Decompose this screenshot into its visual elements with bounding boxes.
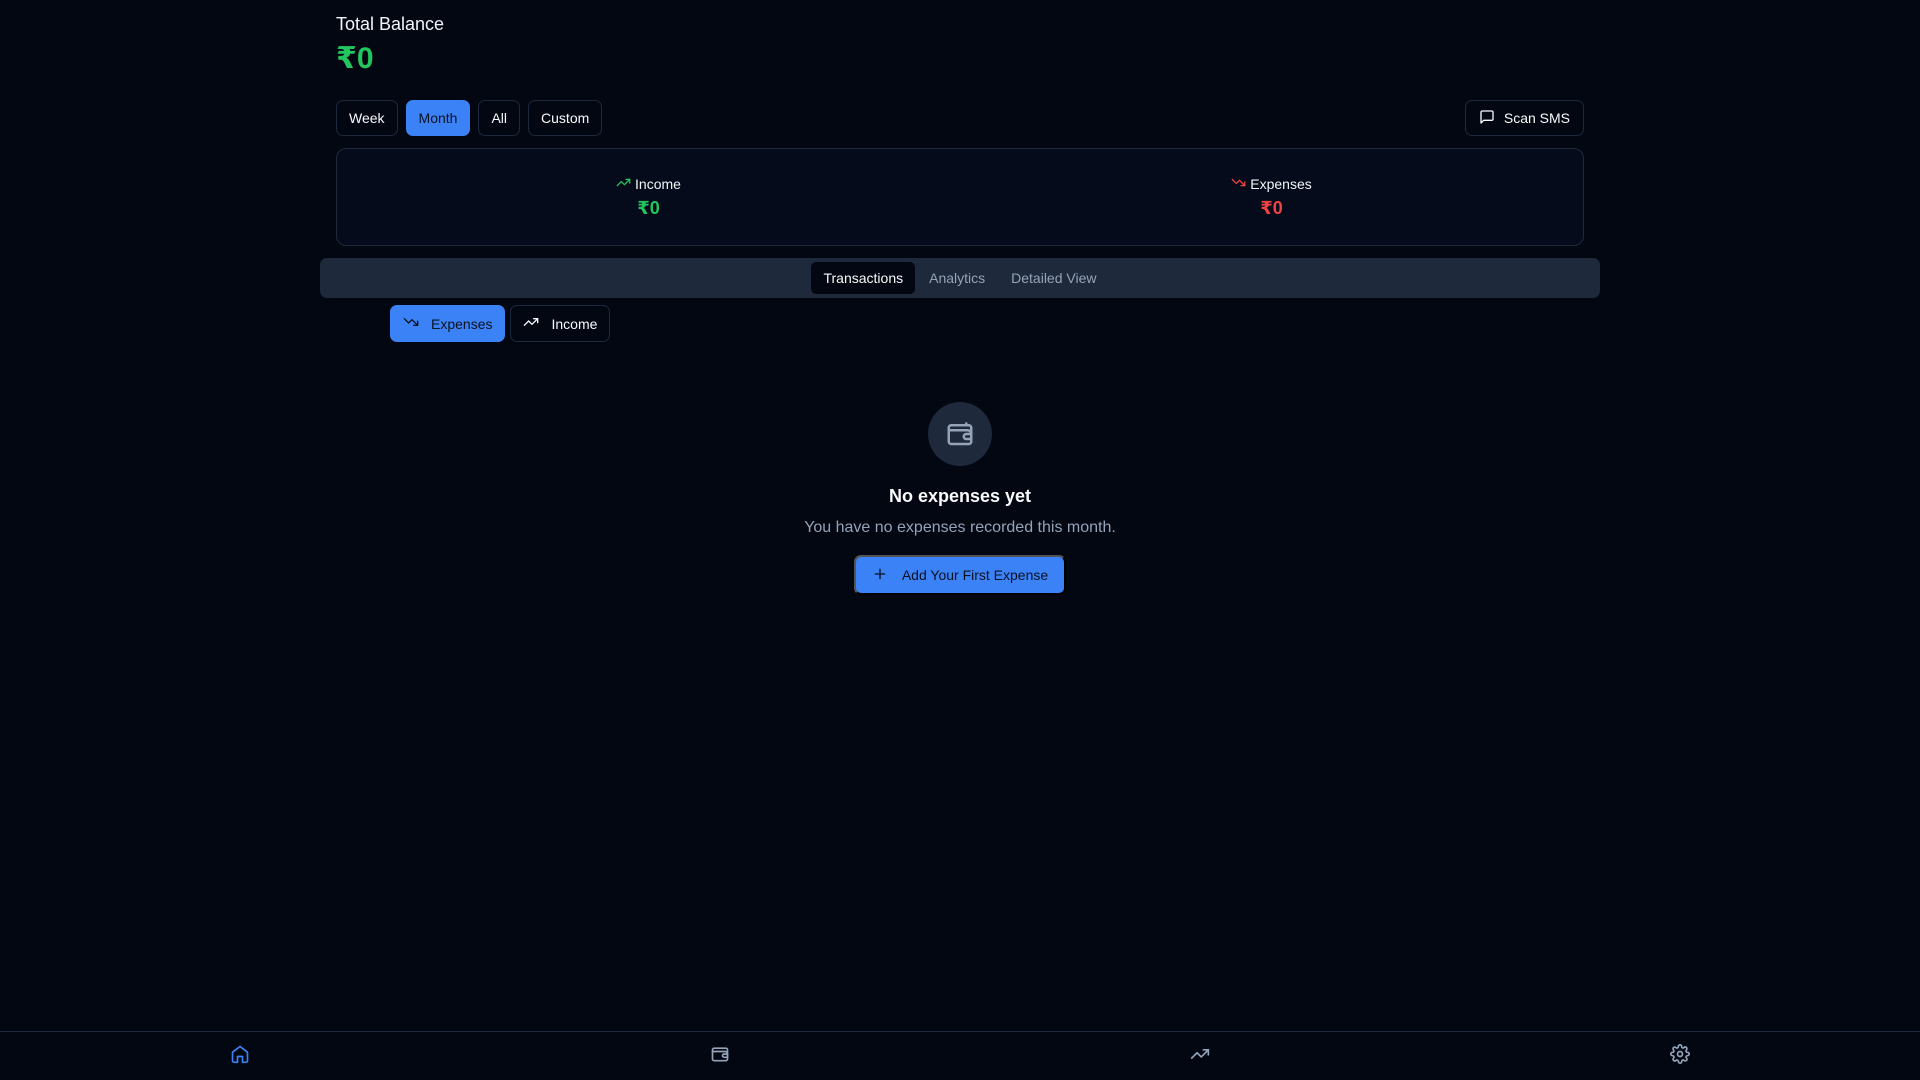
nav-analytics[interactable] (1176, 1032, 1224, 1080)
tab-transactions[interactable]: Transactions (811, 262, 916, 294)
expenses-summary-label: Expenses (1250, 176, 1312, 192)
trending-down-icon (1231, 175, 1246, 193)
scan-sms-button[interactable]: Scan SMS (1464, 100, 1584, 136)
empty-state: No expenses yet You have no expenses rec… (0, 402, 1920, 595)
bottom-navigation (0, 1031, 1920, 1080)
total-balance: Total Balance ₹0 (336, 14, 444, 76)
scan-sms-label: Scan SMS (1503, 110, 1570, 126)
period-month-button[interactable]: Month (405, 100, 471, 136)
period-week-button[interactable]: Week (336, 100, 398, 136)
period-all-button[interactable]: All (478, 100, 521, 136)
wallet-icon (710, 1044, 730, 1069)
income-summary: Income ₹0 (337, 149, 960, 245)
home-icon (230, 1044, 250, 1069)
add-first-expense-button[interactable]: Add Your First Expense (853, 555, 1067, 595)
nav-home[interactable] (216, 1032, 264, 1080)
empty-state-title: No expenses yet (888, 486, 1032, 506)
total-balance-amount: ₹0 (336, 42, 374, 75)
tab-analytics[interactable]: Analytics (917, 262, 997, 294)
trending-up-icon (1190, 1044, 1210, 1069)
expenses-summary-value: ₹0 (1260, 198, 1283, 218)
nav-settings[interactable] (1656, 1032, 1704, 1080)
wallet-icon (928, 402, 992, 466)
expenses-toggle-label: Expenses (431, 315, 493, 332)
app-page: Total Balance ₹0 Week Month All Custom S… (0, 0, 1920, 1080)
income-summary-label: Income (635, 176, 681, 192)
trending-up-icon (616, 175, 631, 193)
transaction-type-toggle: Expenses Income (390, 305, 611, 342)
income-summary-value: ₹0 (637, 198, 660, 218)
message-square-icon (1479, 109, 1495, 128)
tab-detailed-view[interactable]: Detailed View (999, 262, 1108, 294)
income-toggle-label: Income (551, 315, 598, 332)
income-expense-summary: Income ₹0 Expenses ₹0 (336, 148, 1584, 246)
trending-down-icon (403, 314, 419, 333)
empty-state-subtitle: You have no expenses recorded this month… (804, 519, 1116, 536)
plus-icon (872, 566, 888, 585)
view-tabs: Transactions Analytics Detailed View (320, 258, 1600, 298)
settings-icon (1670, 1043, 1690, 1069)
expenses-toggle-button[interactable]: Expenses (390, 305, 506, 342)
period-custom-button[interactable]: Custom (528, 100, 603, 136)
add-first-expense-label: Add Your First Expense (901, 567, 1049, 583)
period-filter: Week Month All Custom (336, 100, 603, 136)
trending-up-icon (523, 314, 539, 333)
nav-wallet[interactable] (696, 1032, 744, 1080)
total-balance-label: Total Balance (336, 14, 445, 34)
expenses-summary: Expenses ₹0 (960, 149, 1583, 245)
income-toggle-button[interactable]: Income (510, 305, 611, 342)
